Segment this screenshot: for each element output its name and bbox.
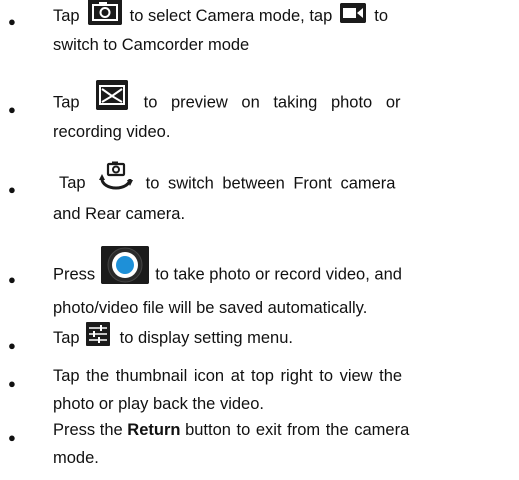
item-text: button to exit from the camera <box>185 421 410 439</box>
item-text: Tap the thumbnail icon at top right to v… <box>53 367 403 385</box>
bullet: ● <box>8 102 16 117</box>
item-text: Tap <box>59 174 86 193</box>
item-text-line2: photo/video file will be saved automatic… <box>53 299 368 317</box>
item-text: to display setting menu. <box>119 329 293 347</box>
bullet: ● <box>8 14 16 29</box>
item-text: Tap <box>53 329 80 347</box>
bullet: ● <box>8 338 16 353</box>
switch-camera-icon <box>97 160 134 192</box>
camera-mode-icon <box>87 0 122 25</box>
item-text: to preview on taking photo or <box>143 93 401 112</box>
list-item-camera-mode: Tap to select Camera mode, tap to switch… <box>53 0 512 59</box>
bullet: ● <box>8 430 16 445</box>
item-text: Tap <box>53 93 80 112</box>
item-text-line2: photo or play back the video. <box>53 395 264 413</box>
list-item-return: Press the Return button to exit from the… <box>53 416 512 472</box>
list-item-thumbnail: Tap the thumbnail icon at top right to v… <box>53 362 512 418</box>
settings-sliders-icon <box>85 321 110 346</box>
item-text: Tap <box>53 7 80 25</box>
bullet: ● <box>8 182 16 197</box>
list-item-preview: Tap to preview on taking photo or record… <box>53 80 512 146</box>
bullet: ● <box>8 376 16 391</box>
list-item-shutter: Press to take photo or record video, and… <box>53 246 512 322</box>
item-text-line2: mode. <box>53 449 99 467</box>
camcorder-mode-icon <box>340 2 367 23</box>
item-text: Press <box>53 265 96 284</box>
shutter-icon <box>101 246 150 284</box>
preview-icon <box>95 80 128 110</box>
item-text-line2: and Rear camera. <box>53 205 186 223</box>
list-item-switch-camera: Tap to switch between Front camera and R… <box>53 160 512 228</box>
return-label: Return <box>127 421 181 439</box>
bullet: ● <box>8 272 16 287</box>
item-text-line2: switch to Camcorder mode <box>53 35 250 54</box>
item-text: to select Camera mode, tap <box>129 7 333 25</box>
item-text: to switch between Front camera <box>145 174 396 193</box>
item-text: to <box>374 7 389 25</box>
item-text-line2: recording video. <box>53 123 171 141</box>
item-text: Press the <box>53 421 123 439</box>
item-text: to take photo or record video, and <box>155 265 402 284</box>
list-item-settings: Tap to display setting menu. <box>53 321 512 352</box>
